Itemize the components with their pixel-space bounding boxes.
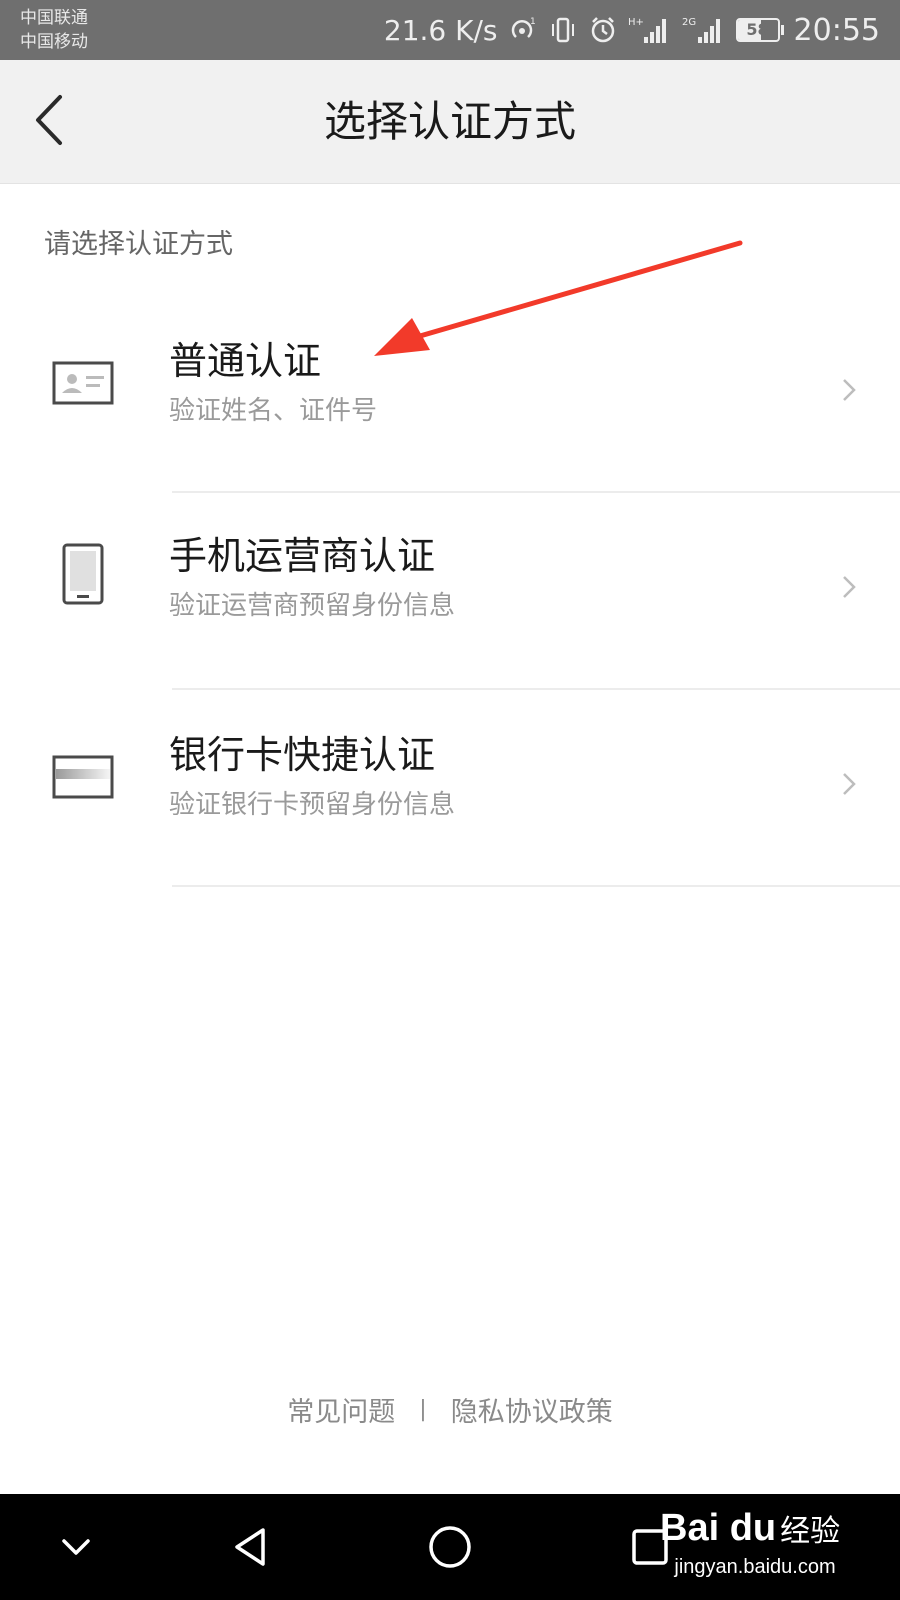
auth-option-list: 普通认证 验证姓名、证件号 手机运营商认证 验证运营商预留身份信息 银行卡快捷认… <box>0 296 900 887</box>
watermark-brand: Bai du <box>660 1506 777 1549</box>
option-bank-card-auth[interactable]: 银行卡快捷认证 验证银行卡预留身份信息 <box>0 690 900 887</box>
battery-icon: 58 <box>735 18 784 42</box>
vibrate-icon <box>548 15 578 45</box>
chevron-right-icon <box>838 372 862 408</box>
alarm-icon <box>588 15 618 45</box>
svg-text:1: 1 <box>530 17 536 27</box>
carrier-info: 中国联通 中国移动 <box>20 6 88 54</box>
hotspot-icon: 1 <box>508 15 538 45</box>
mobile-phone-icon <box>52 543 114 605</box>
watermark-brand-cn: 经验 <box>780 1514 841 1549</box>
collapse-icon[interactable] <box>46 1517 106 1577</box>
footer-links: 常见问题 | 隐私协议政策 <box>0 1390 900 1429</box>
carrier-2: 中国移动 <box>20 32 88 52</box>
header-bar: 选择认证方式 <box>0 60 900 184</box>
signal-icon-2: 2G <box>682 15 726 45</box>
back-triangle-icon[interactable] <box>220 1517 280 1577</box>
option-title: 手机运营商认证 <box>169 534 436 578</box>
option-subtitle: 验证姓名、证件号 <box>169 396 378 426</box>
battery-level: 58 <box>746 20 769 39</box>
page-title: 选择认证方式 <box>323 97 576 146</box>
id-card-icon <box>52 352 114 414</box>
chevron-right-icon <box>838 569 862 605</box>
option-normal-auth[interactable]: 普通认证 验证姓名、证件号 <box>0 296 900 493</box>
footer-separator: | <box>419 1397 427 1422</box>
watermark-url: jingyan.baidu.com <box>674 1556 836 1578</box>
option-title: 普通认证 <box>169 339 322 383</box>
chevron-right-icon <box>838 766 862 802</box>
status-bar: 中国联通 中国移动 21.6 K/s 1 H+ 2G 58 20:55 <box>0 0 900 60</box>
option-subtitle: 验证运营商预留身份信息 <box>169 591 456 621</box>
signal-1-label: H+ <box>628 17 644 28</box>
carrier-1: 中国联通 <box>20 8 88 28</box>
section-hint: 请选择认证方式 <box>44 229 233 260</box>
option-subtitle: 验证银行卡预留身份信息 <box>169 790 456 820</box>
divider <box>172 885 900 887</box>
option-title: 银行卡快捷认证 <box>169 733 436 777</box>
bank-card-icon <box>52 746 114 808</box>
signal-icon-1: H+ <box>628 15 672 45</box>
clock: 20:55 <box>793 12 880 48</box>
network-speed: 21.6 K/s <box>383 13 498 47</box>
baidu-watermark: Bai du 经验 jingyan.baidu.com <box>660 1500 850 1594</box>
option-carrier-auth[interactable]: 手机运营商认证 验证运营商预留身份信息 <box>0 493 900 690</box>
privacy-policy-link[interactable]: 隐私协议政策 <box>451 1390 613 1429</box>
faq-link[interactable]: 常见问题 <box>287 1390 395 1429</box>
signal-2-label: 2G <box>682 17 696 28</box>
status-indicators: 21.6 K/s 1 H+ 2G 58 20:55 <box>384 0 880 60</box>
home-circle-icon[interactable] <box>420 1517 480 1577</box>
